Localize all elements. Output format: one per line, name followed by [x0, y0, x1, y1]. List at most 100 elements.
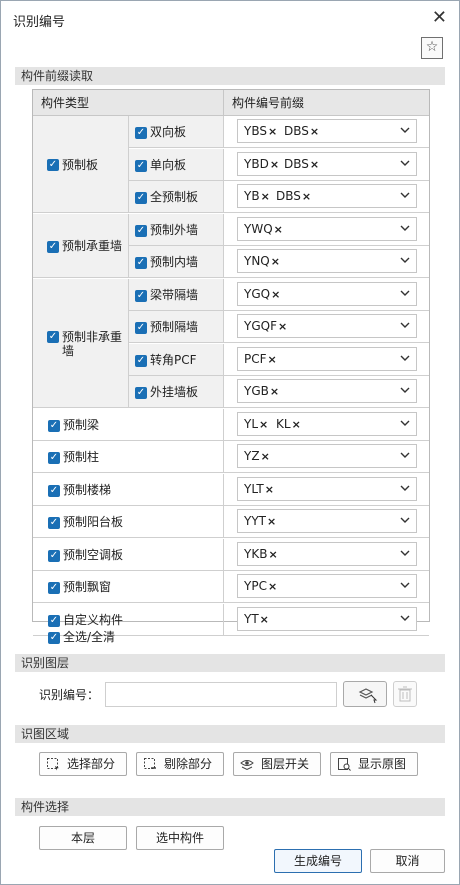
- check-icon: ✓: [135, 126, 147, 139]
- row-type-cell: ✓ 梁带隔墙: [129, 279, 224, 311]
- remove-tag-icon[interactable]: ×: [270, 158, 279, 171]
- remove-tag-icon[interactable]: ×: [274, 223, 283, 236]
- prefix-combobox[interactable]: YKB×: [237, 542, 417, 566]
- remove-tag-icon[interactable]: ×: [271, 255, 280, 268]
- prefix-combobox[interactable]: YBS× DBS×: [237, 119, 417, 143]
- row-checkbox[interactable]: ✓ 双向板: [129, 123, 186, 140]
- layer-pick-icon: [358, 688, 378, 704]
- row-type-cell: ✓ 外挂墙板: [129, 376, 224, 408]
- remove-tag-icon[interactable]: ×: [261, 450, 270, 463]
- remove-tag-icon[interactable]: ×: [261, 190, 270, 203]
- remove-tag-icon[interactable]: ×: [268, 580, 277, 593]
- row-checkbox[interactable]: ✓ 预制飘窗: [33, 578, 111, 595]
- remove-tag-icon[interactable]: ×: [259, 418, 268, 431]
- row-type-cell: ✓ 预制梁: [33, 409, 224, 441]
- prefix-combobox[interactable]: YBD× DBS×: [237, 152, 417, 176]
- remove-region-icon: [144, 758, 156, 769]
- selected-components-button[interactable]: 选中构件: [136, 826, 224, 850]
- show-original-button[interactable]: 显示原图: [330, 752, 418, 776]
- chevron-down-icon: [400, 257, 410, 263]
- row-checkbox[interactable]: ✓ 预制梁: [33, 416, 99, 433]
- remove-tag-icon[interactable]: ×: [267, 515, 276, 528]
- remove-tag-icon[interactable]: ×: [268, 353, 277, 366]
- remove-tag-icon[interactable]: ×: [271, 288, 280, 301]
- category-checkbox[interactable]: ✓ 预制非承重墙: [47, 330, 126, 358]
- select-all-checkbox[interactable]: ✓ 全选/全清: [48, 628, 115, 645]
- remove-tag-icon[interactable]: ×: [310, 125, 319, 138]
- prefix-combobox[interactable]: PCF×: [237, 347, 417, 371]
- prefix-combobox[interactable]: YL× KL×: [237, 412, 417, 436]
- prefix-combobox[interactable]: YGB×: [237, 379, 417, 403]
- prefix-combobox[interactable]: YNQ×: [237, 249, 417, 273]
- prefix-combobox[interactable]: YWQ×: [237, 217, 417, 241]
- prefix-tag: YL×: [244, 417, 269, 431]
- layer-toggle-button[interactable]: 图层开关: [233, 752, 321, 776]
- cancel-button[interactable]: 取消: [370, 849, 445, 873]
- row-checkbox[interactable]: ✓ 自定义构件: [33, 611, 123, 628]
- check-icon: ✓: [47, 159, 59, 171]
- prefix-tag: YPC×: [244, 579, 278, 593]
- remove-part-button[interactable]: 剔除部分: [136, 752, 224, 776]
- prefix-combobox[interactable]: YPC×: [237, 574, 417, 598]
- row-checkbox[interactable]: ✓ 预制楼梯: [33, 481, 111, 498]
- prefix-combobox[interactable]: YYT×: [237, 509, 417, 533]
- row-checkbox[interactable]: ✓ 预制外墙: [129, 221, 198, 238]
- row-checkbox[interactable]: ✓ 梁带隔墙: [129, 286, 198, 303]
- remove-tag-icon[interactable]: ×: [302, 190, 311, 203]
- prefix-combobox[interactable]: YZ×: [237, 444, 417, 468]
- row-type-cell: ✓ 预制隔墙: [129, 311, 224, 343]
- row-checkbox[interactable]: ✓ 预制内墙: [129, 253, 198, 270]
- row-checkbox[interactable]: ✓ 预制阳台板: [33, 513, 123, 530]
- chevron-down-icon: [400, 322, 410, 328]
- remove-tag-icon[interactable]: ×: [292, 418, 301, 431]
- check-icon: ✓: [135, 256, 147, 269]
- id-layer-label: 识别编号：: [39, 688, 100, 702]
- check-icon: ✓: [135, 159, 147, 172]
- chevron-down-icon: [400, 225, 410, 231]
- prefix-tag: YBD×: [244, 157, 280, 171]
- check-icon: ✓: [47, 240, 59, 253]
- remove-tag-icon[interactable]: ×: [268, 125, 277, 138]
- title-bar: 识别编号 ✕: [1, 1, 459, 35]
- category-checkbox[interactable]: ✓ 预制板: [47, 158, 98, 172]
- row-type-cell: ✓ 单向板: [129, 149, 224, 181]
- delete-layer-button[interactable]: [393, 681, 417, 707]
- remove-tag-icon[interactable]: ×: [260, 613, 269, 626]
- prefix-combobox[interactable]: YGQF×: [237, 314, 417, 338]
- row-checkbox[interactable]: ✓ 预制柱: [33, 448, 99, 465]
- prefix-combobox[interactable]: YB× DBS×: [237, 184, 417, 208]
- row-type-cell: ✓ 预制阳台板: [33, 506, 224, 538]
- row-checkbox[interactable]: ✓ 预制空调板: [33, 546, 123, 563]
- prefix-combobox[interactable]: YT×: [237, 607, 417, 631]
- star-icon: ☆: [425, 39, 439, 55]
- this-layer-button[interactable]: 本层: [39, 826, 127, 850]
- remove-tag-icon[interactable]: ×: [310, 158, 319, 171]
- column-header-type: 构件类型: [33, 90, 224, 116]
- trash-icon: [398, 686, 412, 702]
- favorite-star-button[interactable]: ☆: [421, 37, 443, 59]
- row-checkbox[interactable]: ✓ 全预制板: [129, 188, 198, 205]
- remove-tag-icon[interactable]: ×: [278, 320, 287, 333]
- category-checkbox[interactable]: ✓ 预制承重墙: [47, 239, 122, 253]
- prefix-combobox[interactable]: YLT×: [237, 477, 417, 501]
- prefix-tag: YT×: [244, 612, 269, 626]
- remove-tag-icon[interactable]: ×: [268, 548, 277, 561]
- row-checkbox[interactable]: ✓ 预制隔墙: [129, 318, 198, 335]
- remove-tag-icon[interactable]: ×: [270, 385, 279, 398]
- check-icon: ✓: [135, 191, 147, 204]
- prefix-tag: YZ×: [244, 449, 270, 463]
- prefix-combobox[interactable]: YGQ×: [237, 282, 417, 306]
- row-checkbox[interactable]: ✓ 单向板: [129, 156, 186, 173]
- original-image-icon: [338, 758, 351, 771]
- pick-layer-button[interactable]: [343, 681, 387, 707]
- id-layer-input[interactable]: [105, 682, 337, 707]
- generate-id-button[interactable]: 生成编号: [274, 849, 362, 873]
- category-cell: ✓ 预制承重墙: [33, 214, 129, 278]
- chevron-down-icon: [400, 387, 410, 393]
- row-checkbox[interactable]: ✓ 转角PCF: [129, 351, 197, 368]
- row-checkbox[interactable]: ✓ 外挂墙板: [129, 383, 198, 400]
- remove-tag-icon[interactable]: ×: [265, 483, 274, 496]
- prefix-tag: YGB×: [244, 384, 280, 398]
- close-icon[interactable]: ✕: [432, 8, 447, 28]
- select-part-button[interactable]: 选择部分: [39, 752, 127, 776]
